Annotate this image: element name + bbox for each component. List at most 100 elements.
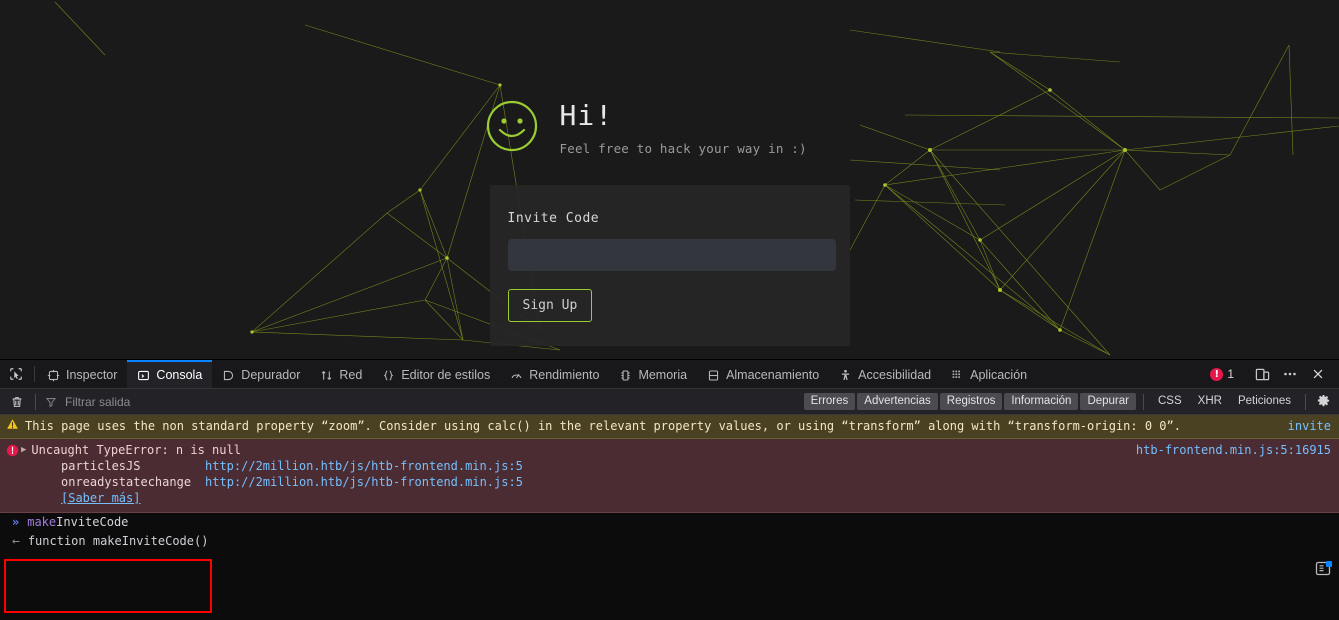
devtools-toolbar-actions: ! 1 xyxy=(1204,360,1339,388)
split-console-icon[interactable] xyxy=(1315,560,1333,582)
stack-frame-function: onreadystatechange xyxy=(61,475,192,489)
invite-code-input[interactable] xyxy=(507,239,836,271)
devtools-panel: Inspector Consola Depurador Red Editor d… xyxy=(0,359,1339,620)
filter-pill-css[interactable]: CSS xyxy=(1151,393,1189,410)
warning-message-text: This page uses the non standard property… xyxy=(25,419,1181,433)
filter-pill-advertencias[interactable]: Advertencias xyxy=(857,393,938,410)
console-input-row[interactable]: » makeInviteCode xyxy=(0,513,1339,532)
browser-page-content: Hi! Feel free to hack your way in :) Inv… xyxy=(0,0,1339,359)
error-message-body: ▶ Uncaught TypeError: n is null particle… xyxy=(19,442,1126,506)
stack-frame-row: onreadystatechange http://2million.htb/j… xyxy=(21,474,1126,490)
tab-red[interactable]: Red xyxy=(310,360,372,388)
tab-memoria-label: Memoria xyxy=(638,368,688,382)
stack-frame-row: particlesJS http://2million.htb/js/htb-f… xyxy=(21,458,1126,474)
network-icon xyxy=(322,370,332,380)
devtools-tabs: Inspector Consola Depurador Red Editor d… xyxy=(37,360,1204,388)
filterbar-divider xyxy=(35,393,36,410)
responsive-design-mode-icon[interactable] xyxy=(1249,362,1275,386)
tab-almacenamiento-label: Almacenamiento xyxy=(726,368,820,382)
filter-pill-errores[interactable]: Errores xyxy=(803,393,856,410)
console-filter-bar: Errores Advertencias Registros Informaci… xyxy=(0,389,1339,415)
stack-frame-url[interactable]: http://2million.htb/js/htb-frontend.min.… xyxy=(205,458,523,474)
style-editor-icon xyxy=(383,370,394,380)
tab-rendimiento-label: Rendimiento xyxy=(529,368,600,382)
toolbar-divider xyxy=(34,366,35,382)
smiley-face-icon xyxy=(486,100,538,157)
highlight-annotation-box xyxy=(4,559,212,613)
stack-frame-function: particlesJS xyxy=(61,459,141,473)
console-result-value: function makeInviteCode() xyxy=(27,534,209,548)
console-filter-pills: Errores Advertencias Registros Informaci… xyxy=(803,393,1311,410)
filter-pill-depurar[interactable]: Depurar xyxy=(1080,393,1136,410)
learn-more-row: [Saber más] xyxy=(21,491,140,505)
more-options-icon[interactable] xyxy=(1277,362,1303,386)
tab-inspector-label: Inspector xyxy=(66,368,118,382)
error-count-value: 1 xyxy=(1227,367,1234,381)
filter-icon xyxy=(45,397,57,407)
gear-divider xyxy=(1305,393,1306,410)
console-filter-input[interactable] xyxy=(63,393,303,410)
error-circle-icon: ! xyxy=(1210,367,1224,381)
tab-editor-de-estilos[interactable]: Editor de estilos xyxy=(372,360,500,388)
error-circle-icon xyxy=(6,444,19,461)
close-icon[interactable] xyxy=(1305,362,1331,386)
tab-aplicacion-label: Aplicación xyxy=(970,368,1028,382)
tab-editor-de-estilos-label: Editor de estilos xyxy=(401,368,491,382)
tab-aplicacion[interactable]: Aplicación xyxy=(941,360,1037,388)
expression-token-invitecode: InviteCode xyxy=(56,515,129,529)
error-count-badge[interactable]: ! 1 xyxy=(1204,367,1240,381)
element-picker-icon[interactable] xyxy=(0,360,32,388)
console-output: This page uses the non standard property… xyxy=(0,415,1339,620)
filter-pill-peticiones[interactable]: Peticiones xyxy=(1231,393,1298,410)
tab-inspector[interactable]: Inspector xyxy=(37,360,127,388)
greeting-row: Hi! Feel free to hack your way in :) xyxy=(486,100,846,157)
performance-icon xyxy=(511,373,522,378)
filter-pill-informacion[interactable]: Información xyxy=(1004,393,1079,410)
console-settings-icon[interactable] xyxy=(1311,394,1335,409)
console-result-row[interactable]: ← function makeInviteCode() xyxy=(0,532,1339,551)
tab-depurador-label: Depurador xyxy=(241,368,301,382)
expression-token-make: make xyxy=(27,515,57,529)
pills-divider xyxy=(1143,393,1144,410)
stack-frame-url[interactable]: http://2million.htb/js/htb-frontend.min.… xyxy=(205,474,523,490)
expand-triangle-icon[interactable]: ▶ xyxy=(21,442,26,458)
application-icon xyxy=(952,370,961,378)
clear-console-icon[interactable] xyxy=(4,395,30,409)
memory-icon xyxy=(621,370,630,380)
accessibility-icon xyxy=(842,369,850,380)
page-title: Hi! xyxy=(559,99,614,133)
error-message-title: Uncaught TypeError: n is null xyxy=(31,443,241,457)
console-icon xyxy=(138,370,150,380)
sign-up-button[interactable]: Sign Up xyxy=(507,289,593,322)
tab-accesibilidad-label: Accesibilidad xyxy=(858,368,932,382)
console-error-message[interactable]: ▶ Uncaught TypeError: n is null particle… xyxy=(0,439,1339,513)
console-filter xyxy=(41,393,804,410)
invite-code-label: Invite Code xyxy=(507,211,600,226)
warning-message-source[interactable]: invite xyxy=(1278,418,1331,434)
invite-code-card: Invite Code Sign Up xyxy=(489,185,850,346)
tab-consola-label: Consola xyxy=(156,368,203,382)
tab-depurador[interactable]: Depurador xyxy=(212,360,310,388)
warning-triangle-icon xyxy=(6,418,19,435)
input-prompt-icon: » xyxy=(12,515,20,529)
tab-memoria[interactable]: Memoria xyxy=(609,360,697,388)
console-warning-message[interactable]: This page uses the non standard property… xyxy=(0,415,1339,439)
error-message-source[interactable]: htb-frontend.min.js:5:16915 xyxy=(1126,442,1331,458)
tab-consola[interactable]: Consola xyxy=(127,360,213,388)
storage-icon xyxy=(708,370,719,380)
tab-almacenamiento[interactable]: Almacenamiento xyxy=(697,360,829,388)
filter-pill-registros[interactable]: Registros xyxy=(939,393,1003,410)
tab-rendimiento[interactable]: Rendimiento xyxy=(500,360,609,388)
filter-pill-xhr[interactable]: XHR xyxy=(1191,393,1229,410)
console-command-rows: » makeInviteCode ← function makeInviteCo… xyxy=(0,513,1339,551)
debugger-icon xyxy=(224,370,234,380)
error-message-header: ▶ Uncaught TypeError: n is null xyxy=(21,442,1126,458)
page-subtitle: Feel free to hack your way in :) xyxy=(559,140,807,156)
learn-more-link[interactable]: [Saber más] xyxy=(61,491,140,505)
devtools-toolbar: Inspector Consola Depurador Red Editor d… xyxy=(0,360,1339,389)
tab-accesibilidad[interactable]: Accesibilidad xyxy=(829,360,941,388)
inspector-icon xyxy=(47,369,60,381)
output-prompt-icon: ← xyxy=(12,534,20,549)
tab-red-label: Red xyxy=(339,368,363,382)
console-input-expression: makeInviteCode xyxy=(27,513,128,532)
